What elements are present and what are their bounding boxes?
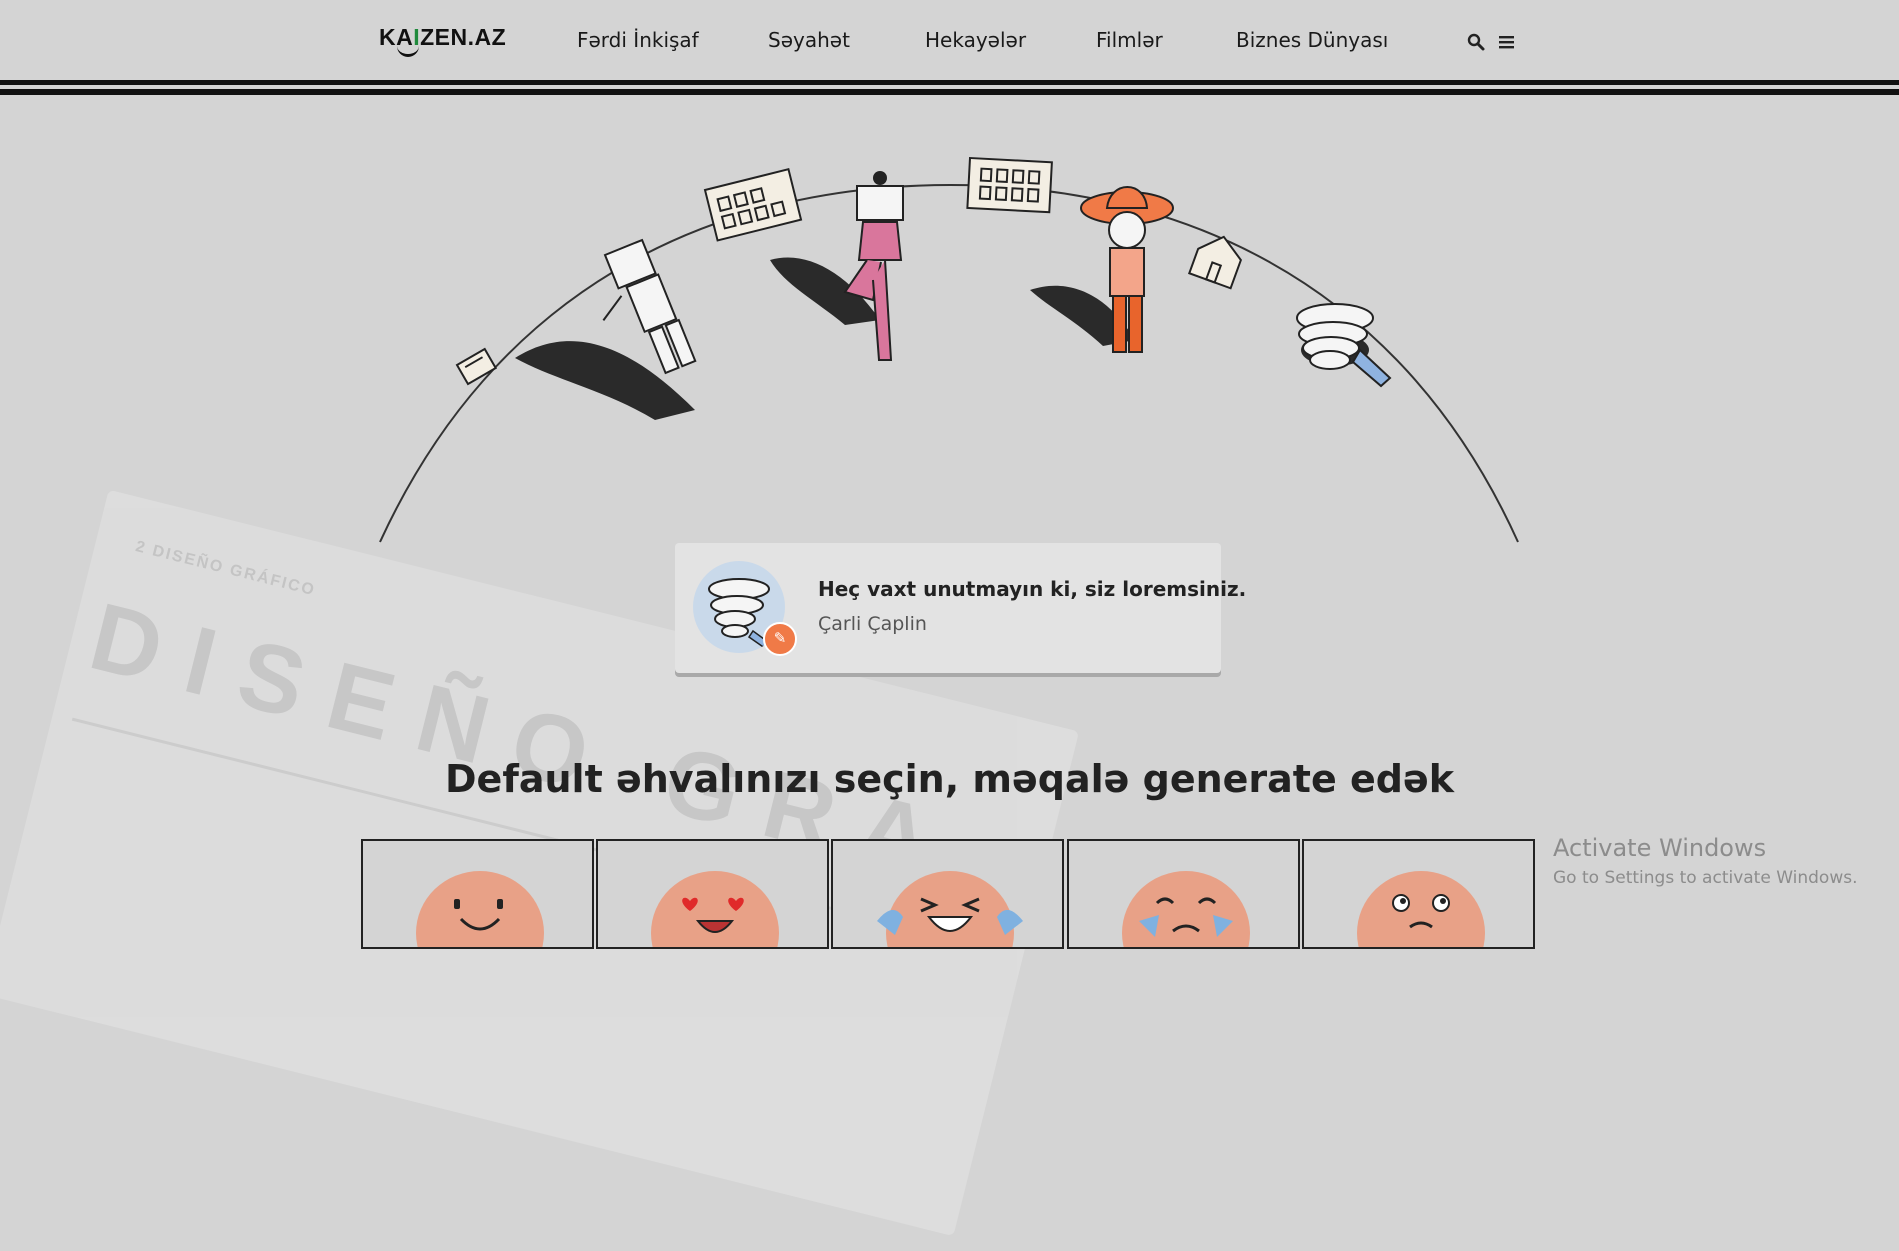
menu-icon[interactable] — [1497, 32, 1517, 52]
mood-card-thinking[interactable] — [1302, 839, 1535, 949]
pencil-icon[interactable]: ✎ — [763, 622, 797, 656]
crying-face-icon — [1122, 871, 1250, 947]
search-icon[interactable] — [1466, 32, 1486, 52]
site-logo[interactable]: KAIZEN.AZ — [379, 24, 507, 57]
quote-text: Heç vaxt unutmayın ki, siz loremsiniz. — [818, 577, 1247, 601]
mood-card-laughing[interactable] — [831, 839, 1064, 949]
nav-item-travel[interactable]: Səyahət — [768, 28, 850, 52]
tornado-figure — [1296, 303, 1392, 388]
moods-section-title: Default əhvalınızı seçin, məqalə generat… — [445, 757, 1454, 801]
activation-watermark-title: Activate Windows — [1553, 834, 1767, 862]
nav-item-films[interactable]: Filmlər — [1096, 28, 1163, 52]
nav-item-personal-growth[interactable]: Fərdi İnkişaf — [577, 28, 699, 52]
building-center-icon — [966, 156, 1053, 214]
house-icon — [1187, 235, 1242, 290]
mood-card-smile[interactable] — [361, 839, 594, 949]
activation-watermark-subtitle: Go to Settings to activate Windows. — [1553, 868, 1858, 888]
building-left-icon — [703, 167, 803, 242]
nav-item-stories[interactable]: Hekayələr — [925, 28, 1026, 52]
site-header: KAIZEN.AZ Fərdi İnkişaf Səyahət Hekayələ… — [0, 0, 1899, 80]
logo-text-c: ZEN.AZ — [420, 24, 507, 50]
header-rule-thin — [0, 89, 1899, 95]
thinking-face-icon — [1357, 871, 1485, 947]
logo-smile-mark — [397, 46, 419, 57]
quote-card[interactable]: ✎ Heç vaxt unutmayın ki, siz loremsiniz.… — [675, 543, 1246, 673]
header-rule-thick — [0, 80, 1899, 85]
sombrero-figure — [1030, 186, 1174, 353]
laughing-tears-face-icon — [877, 871, 1023, 947]
mood-card-crying[interactable] — [1067, 839, 1300, 949]
quote-author: Çarli Çaplin — [818, 613, 927, 635]
paper-person-figure — [515, 238, 697, 420]
hero-illustration — [379, 156, 1519, 543]
nav-item-business[interactable]: Biznes Dünyası — [1236, 28, 1388, 52]
small-box-icon — [455, 347, 498, 386]
heart-eyes-face-icon — [651, 871, 779, 947]
smile-face-icon — [416, 871, 544, 947]
mood-card-love[interactable] — [596, 839, 829, 949]
